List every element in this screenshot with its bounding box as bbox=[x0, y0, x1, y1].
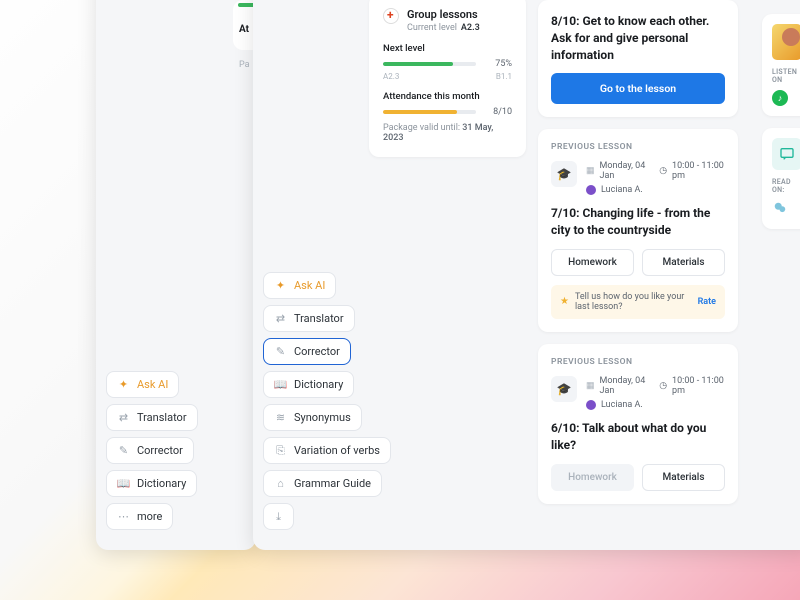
rate-bar: ★ Tell us how do you like your last less… bbox=[551, 285, 725, 319]
prev-lesson-card-1: PREVIOUS LESSON 🎓 ▦ Monday, 04 Jan Lucian… bbox=[538, 129, 738, 332]
panel-small: ✦Ask AI ⇄Translator ✎Corrector 📖Dictionary ⋯… bbox=[96, 0, 256, 550]
lesson-time: 10:00 - 11:00 pm bbox=[672, 376, 725, 396]
variation-icon: ⎘ bbox=[274, 444, 287, 457]
prev-lesson-card-2: PREVIOUS LESSON 🎓 ▦ Monday, 04 Jan Lucian… bbox=[538, 344, 738, 504]
attendance-bar: 8/10 bbox=[383, 107, 512, 117]
avatar bbox=[586, 185, 596, 195]
dictionary-icon: 📖 bbox=[117, 477, 130, 490]
ask-ai-icon: ✦ bbox=[117, 378, 130, 391]
tool-corrector[interactable]: ✎Corrector bbox=[263, 338, 351, 365]
progress-current: Current levelA2.3 bbox=[407, 23, 480, 33]
next-lesson-title: 8/10: Get to know each other. Ask for an… bbox=[551, 13, 725, 63]
progress-title: Group lessons bbox=[407, 8, 480, 21]
section-label: PREVIOUS LESSON bbox=[551, 142, 725, 152]
homework-button[interactable]: Homework bbox=[551, 249, 634, 276]
clock-icon: ◷ bbox=[659, 381, 667, 391]
dictionary-icon: 📖 bbox=[274, 378, 287, 391]
lesson-date: Monday, 04 Jan bbox=[600, 161, 651, 181]
tool-grammar[interactable]: ⌂Grammar Guide bbox=[263, 470, 382, 497]
calendar-icon: ▦ bbox=[586, 381, 595, 391]
clock-icon: ◷ bbox=[659, 166, 667, 176]
next-level-label: Next level bbox=[383, 43, 512, 54]
listen-card: LISTEN ON ♪ bbox=[762, 14, 800, 116]
stub-attendance: At bbox=[239, 24, 249, 35]
translator-icon: ⇄ bbox=[274, 312, 287, 325]
avatar bbox=[586, 400, 596, 410]
chat-icon[interactable] bbox=[772, 138, 800, 170]
homework-button-disabled: Homework bbox=[551, 464, 634, 491]
level-ticks: A2.3B1.1 bbox=[383, 72, 512, 81]
tool-ask-ai[interactable]: ✦Ask AI bbox=[106, 371, 179, 398]
tool-synonymus[interactable]: ≋Synonymus bbox=[263, 404, 362, 431]
package-footer: Package valid until: 31 May, 2023 bbox=[383, 123, 512, 143]
synonymus-icon: ≋ bbox=[274, 411, 287, 424]
flag-icon bbox=[383, 8, 399, 24]
corrector-icon: ✎ bbox=[117, 444, 130, 457]
progress-card: Group lessons Current levelA2.3 Next lev… bbox=[369, 0, 526, 157]
download-icon: ⤓ bbox=[272, 510, 285, 523]
wechat-icon[interactable] bbox=[772, 201, 788, 215]
toolset-small: ✦Ask AI ⇄Translator ✎Corrector 📖Dictionary ⋯… bbox=[96, 361, 208, 540]
prev-lesson-title: 7/10: Changing life - from the city to t… bbox=[551, 205, 725, 239]
tool-corrector[interactable]: ✎Corrector bbox=[106, 437, 194, 464]
tool-translator[interactable]: ⇄Translator bbox=[263, 305, 355, 332]
tool-translator[interactable]: ⇄Translator bbox=[106, 404, 198, 431]
teacher-name: Luciana A. bbox=[601, 185, 643, 195]
next-lesson-card: 8/10: Get to know each other. Ask for an… bbox=[538, 0, 738, 117]
next-level-bar: 75% bbox=[383, 59, 512, 69]
tool-variation[interactable]: ⎘Variation of verbs bbox=[263, 437, 391, 464]
prev-lesson-title: 6/10: Talk about what do you like? bbox=[551, 420, 725, 454]
section-label: PREVIOUS LESSON bbox=[551, 357, 725, 367]
lesson-icon: 🎓 bbox=[551, 376, 577, 402]
lesson-column: 8/10: Get to know each other. Ask for an… bbox=[538, 0, 738, 504]
tool-dictionary[interactable]: 📖Dictionary bbox=[106, 470, 197, 497]
translator-icon: ⇄ bbox=[117, 411, 130, 424]
lesson-date: Monday, 04 Jan bbox=[600, 376, 651, 396]
corrector-icon: ✎ bbox=[274, 345, 287, 358]
spotify-icon[interactable]: ♪ bbox=[772, 90, 788, 106]
attendance-label: Attendance this month bbox=[383, 91, 512, 102]
podcast-thumbnail[interactable] bbox=[772, 24, 800, 60]
teacher-name: Luciana A. bbox=[601, 400, 643, 410]
stub-package: Pa bbox=[239, 60, 250, 70]
star-icon: ★ bbox=[560, 296, 569, 307]
tool-more[interactable]: ⋯more bbox=[106, 503, 173, 530]
tool-dictionary[interactable]: 📖Dictionary bbox=[263, 371, 354, 398]
listen-label: LISTEN ON bbox=[772, 68, 800, 84]
toolset-large: ✦Ask AI ⇄Translator ✎Corrector 📖Dictionary ≋… bbox=[253, 262, 401, 540]
go-to-lesson-button[interactable]: Go to the lesson bbox=[551, 73, 725, 104]
ask-ai-icon: ✦ bbox=[274, 279, 287, 292]
more-icon: ⋯ bbox=[117, 510, 130, 523]
side-column: LISTEN ON ♪ READ ON: bbox=[762, 14, 800, 229]
lesson-icon: 🎓 bbox=[551, 161, 577, 187]
rate-link[interactable]: Rate bbox=[698, 297, 716, 307]
materials-button[interactable]: Materials bbox=[642, 249, 725, 276]
calendar-icon: ▦ bbox=[586, 166, 595, 176]
lesson-time: 10:00 - 11:00 pm bbox=[672, 161, 725, 181]
read-card: READ ON: bbox=[762, 128, 800, 229]
tool-ask-ai[interactable]: ✦Ask AI bbox=[263, 272, 336, 299]
materials-button[interactable]: Materials bbox=[642, 464, 725, 491]
tool-download[interactable]: ⤓ bbox=[263, 503, 294, 530]
read-label: READ ON: bbox=[772, 178, 800, 194]
rate-prompt: Tell us how do you like your last lesson… bbox=[575, 292, 692, 312]
grammar-icon: ⌂ bbox=[274, 477, 287, 490]
